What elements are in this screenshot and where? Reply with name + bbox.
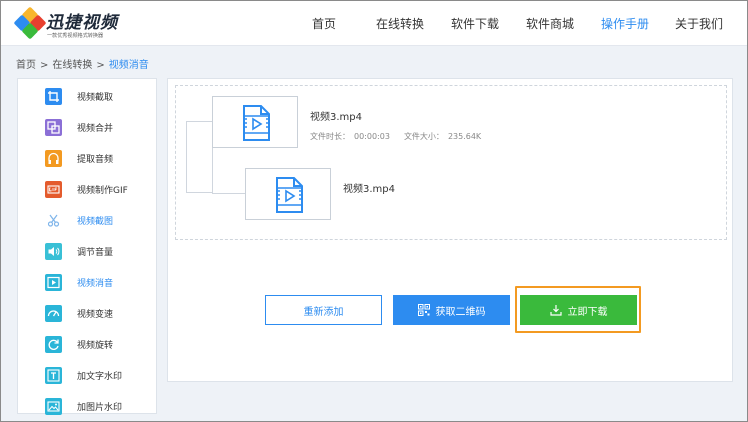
tree-connector xyxy=(212,148,245,194)
nav-item-online-convert[interactable]: 在线转换 xyxy=(376,15,424,32)
sidebar-item-label: 视频消音 xyxy=(77,279,114,289)
sidebar-item-text-watermark[interactable]: 加文字水印 xyxy=(18,360,156,390)
breadcrumb-current: 视频消音 xyxy=(108,60,149,71)
sidebar-item-label: 视频截图 xyxy=(77,217,114,227)
source-file-name: 视频3.mp4 xyxy=(310,112,362,123)
sidebar-item-extract-audio[interactable]: 提取音频 xyxy=(18,143,156,173)
sidebar-item-video-gif[interactable]: 视频制作GIF xyxy=(18,174,156,204)
image-icon xyxy=(45,398,62,415)
nav-item-about[interactable]: 关于我们 xyxy=(675,15,723,32)
gif-icon xyxy=(45,181,62,198)
tree-connector xyxy=(186,121,213,193)
crop-icon xyxy=(45,88,62,105)
sidebar-item-video-mute[interactable]: 视频消音 xyxy=(18,267,156,297)
readd-button-label: 重新添加 xyxy=(303,306,344,318)
source-video-thumbnail xyxy=(212,96,298,148)
sidebar-item-adjust-volume[interactable]: 调节音量 xyxy=(18,236,156,266)
duration-label: 文件时长： xyxy=(310,132,350,141)
breadcrumb-online-convert[interactable]: 在线转换 xyxy=(52,60,92,71)
get-qrcode-button[interactable]: 获取二维码 xyxy=(393,295,510,325)
volume-icon xyxy=(45,243,62,260)
sidebar-item-label: 视频合并 xyxy=(77,124,114,134)
headphones-icon xyxy=(45,150,62,167)
get-qrcode-button-label: 获取二维码 xyxy=(435,306,486,318)
text-icon xyxy=(45,367,62,384)
download-now-button-label: 立即下载 xyxy=(567,306,608,318)
breadcrumb-home[interactable]: 首页 xyxy=(16,60,36,71)
sidebar-item-label: 调节音量 xyxy=(77,248,114,258)
source-file-meta: 文件时长： 00:00:03 文件大小： 235.64K xyxy=(310,131,481,142)
scissors-icon xyxy=(45,212,62,229)
play-square-icon xyxy=(45,274,62,291)
sidebar-item-label: 视频变速 xyxy=(77,310,114,320)
download-now-button[interactable]: 立即下载 xyxy=(520,295,637,325)
nav-item-manual[interactable]: 操作手册 xyxy=(601,15,649,32)
size-label: 文件大小： xyxy=(403,132,444,141)
speedometer-icon xyxy=(45,305,62,322)
sidebar-item-image-watermark[interactable]: 加图片水印 xyxy=(18,391,156,421)
video-file-icon xyxy=(276,177,303,213)
sidebar-item-label: 加文字水印 xyxy=(77,372,123,382)
download-icon xyxy=(549,305,562,316)
sidebar-item-label: 视频截取 xyxy=(77,93,114,103)
breadcrumb-separator: > xyxy=(40,60,49,71)
readd-button[interactable]: 重新添加 xyxy=(265,295,382,325)
video-file-icon xyxy=(243,105,270,141)
top-header: 迅捷视频 一款优秀视频格式转换器 首页 在线转换 软件下载 软件商城 操作手册 … xyxy=(1,1,747,46)
nav-item-software-download[interactable]: 软件下载 xyxy=(451,15,499,32)
rotate-icon xyxy=(45,336,62,353)
main-nav: 首页 在线转换 软件下载 软件商城 操作手册 关于我们 xyxy=(1,1,747,46)
merge-icon xyxy=(45,119,62,136)
sidebar-item-label: 视频制作GIF xyxy=(77,186,128,196)
sidebar-item-video-rotate[interactable]: 视频旋转 xyxy=(18,329,156,359)
sidebar-item-video-speed[interactable]: 视频变速 xyxy=(18,298,156,328)
tool-sidebar: 视频截取 视频合并 提取音频 视频制作GIF 视频截图 调节音量 视频消音 视频… xyxy=(17,78,157,415)
size-value: 235.64K xyxy=(447,132,482,141)
sidebar-item-video-merge[interactable]: 视频合并 xyxy=(18,112,156,142)
nav-item-software-store[interactable]: 软件商城 xyxy=(526,15,574,32)
sidebar-item-video-crop[interactable]: 视频截取 xyxy=(18,81,156,111)
output-video-thumbnail xyxy=(245,168,331,220)
sidebar-item-label: 提取音频 xyxy=(77,155,114,165)
duration-value: 00:00:03 xyxy=(354,132,390,141)
sidebar-item-label: 视频旋转 xyxy=(77,341,114,351)
nav-item-home[interactable]: 首页 xyxy=(312,15,336,32)
breadcrumb-separator: > xyxy=(96,60,105,71)
breadcrumb: 首页 > 在线转换 > 视频消音 xyxy=(16,56,149,71)
sidebar-item-video-screenshot[interactable]: 视频截图 xyxy=(18,205,156,235)
output-file-name: 视频3.mp4 xyxy=(343,184,395,195)
sidebar-item-label: 加图片水印 xyxy=(77,403,123,413)
qrcode-icon xyxy=(417,304,430,316)
